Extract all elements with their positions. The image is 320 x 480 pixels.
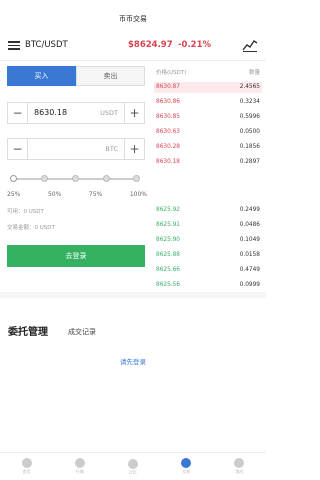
ask-amount: 0.5996: [239, 114, 260, 120]
page-title: 币币交易: [119, 15, 147, 23]
bid-row[interactable]: 8625.88 0.0158: [154, 250, 262, 261]
bid-amount: 0.0486: [239, 222, 260, 228]
divider: [0, 60, 266, 61]
bid-price: 8625.56: [156, 282, 180, 288]
slider-knob-100[interactable]: [133, 175, 140, 182]
bid-price: 8625.88: [156, 252, 180, 258]
bid-amount: 0.0158: [239, 252, 260, 258]
trade-icon: [181, 458, 192, 468]
pct-25[interactable]: 25%: [7, 191, 20, 198]
nav-label: 我的: [235, 469, 244, 474]
profile-icon: [234, 458, 245, 468]
slider-knob-75[interactable]: [103, 175, 110, 182]
nav-item-otc[interactable]: OTC: [106, 453, 159, 480]
available-balance: 可用：0 USDT: [7, 209, 44, 215]
price-input[interactable]: 8630.18: [34, 108, 67, 117]
trade-volume: 交易金额：0 USDT: [7, 225, 55, 231]
bid-row[interactable]: 8625.90 0.1049: [154, 235, 262, 246]
ask-price: 8630.18: [156, 159, 180, 165]
price-decrease-button[interactable]: −: [8, 103, 28, 123]
nav-label: OTC: [128, 469, 138, 475]
amount-increase-button[interactable]: +: [124, 139, 144, 159]
bid-row[interactable]: 8625.91 0.0486: [154, 220, 262, 231]
bid-amount: 0.4749: [239, 267, 260, 273]
kline-chart-icon[interactable]: [242, 38, 258, 52]
bid-row[interactable]: 8625.56 0.0999: [154, 280, 262, 291]
nav-item-profile[interactable]: 我的: [213, 453, 266, 480]
percentage-slider[interactable]: [10, 175, 140, 182]
ask-price: 8630.87: [156, 84, 180, 90]
ask-price: 8630.86: [156, 99, 180, 105]
home-icon: [21, 458, 32, 468]
slider-knob-50[interactable]: [72, 175, 79, 182]
ask-amount: 2.4565: [239, 84, 260, 90]
login-button[interactable]: 去登录: [7, 245, 145, 267]
ask-row[interactable]: 8630.18 0.2897: [154, 157, 262, 168]
price-unit: USDT: [100, 109, 118, 117]
order-book-price-header: 价格(USDT): [156, 70, 187, 76]
bid-row[interactable]: 8625.66 0.4749: [154, 265, 262, 276]
bid-price: 8625.92: [156, 207, 180, 213]
ask-amount: 0.2897: [239, 159, 260, 165]
ask-row[interactable]: 8630.28 0.1856: [154, 142, 262, 153]
ask-row[interactable]: 8630.86 0.3234: [154, 97, 262, 108]
pct-75[interactable]: 75%: [89, 191, 102, 198]
nav-item-home[interactable]: 首页: [0, 453, 53, 480]
otc-icon: [128, 458, 138, 469]
ask-amount: 0.0500: [239, 129, 260, 135]
menu-icon[interactable]: [8, 41, 20, 50]
ask-price: 8630.85: [156, 114, 180, 120]
pair-price: $8624.97: [128, 40, 173, 50]
price-field: − 8630.18 USDT +: [7, 102, 145, 124]
nav-label: 首页: [22, 469, 31, 474]
pair-bar: BTC/USDT $8624.97 -0.21%: [8, 38, 258, 54]
bottom-nav: 首页 行情 OTC 交易 我的: [0, 452, 266, 480]
bid-row[interactable]: 8625.92 0.2499: [154, 205, 262, 216]
ask-amount: 0.1856: [239, 144, 260, 150]
ask-row[interactable]: 8630.85 0.5996: [154, 112, 262, 123]
pair-change: -0.21%: [178, 40, 212, 50]
bid-amount: 0.0999: [239, 282, 260, 288]
slider-knob-0[interactable]: [10, 175, 17, 182]
ask-row[interactable]: 8630.63 0.0500: [154, 127, 262, 138]
ask-price: 8630.63: [156, 129, 180, 135]
nav-label: 行情: [75, 469, 84, 474]
amount-decrease-button[interactable]: −: [8, 139, 28, 159]
trade-tabs: 买入 卖出: [7, 66, 145, 86]
order-book-amount-header: 数量: [248, 70, 260, 76]
bid-amount: 0.2499: [239, 207, 260, 213]
pct-100[interactable]: 100%: [130, 191, 147, 198]
pct-50[interactable]: 50%: [48, 191, 61, 198]
bid-amount: 0.1049: [239, 237, 260, 243]
bid-price: 8625.91: [156, 222, 180, 228]
ask-price: 8630.28: [156, 144, 180, 150]
percentage-labels: 25% 50% 75% 100%: [7, 191, 147, 198]
login-link[interactable]: 请先登录: [0, 356, 266, 366]
orders-title[interactable]: 委托管理: [8, 323, 48, 338]
amount-unit: BTC: [105, 145, 118, 153]
nav-item-market[interactable]: 行情: [53, 453, 106, 480]
pair-name[interactable]: BTC/USDT: [25, 40, 68, 50]
ask-row[interactable]: 8630.87 2.4565: [154, 82, 262, 93]
section-divider: [0, 292, 266, 298]
ask-amount: 0.3234: [239, 99, 260, 105]
price-increase-button[interactable]: +: [124, 103, 144, 123]
nav-item-trade[interactable]: 交易: [160, 453, 213, 480]
bid-price: 8625.66: [156, 267, 180, 273]
amount-field: − BTC +: [7, 138, 145, 160]
market-icon: [74, 458, 85, 468]
slider-knob-25[interactable]: [41, 175, 48, 182]
tab-trade-history[interactable]: 成交记录: [68, 327, 96, 337]
bid-price: 8625.90: [156, 237, 180, 243]
tab-buy[interactable]: 买入: [7, 66, 76, 86]
nav-label: 交易: [182, 469, 191, 474]
tab-sell[interactable]: 卖出: [76, 66, 145, 86]
